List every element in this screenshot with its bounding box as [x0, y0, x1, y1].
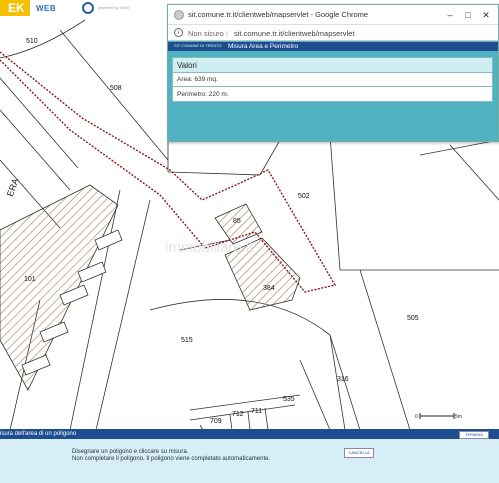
- parcel-label-535: 535: [283, 396, 295, 403]
- address-separator: |: [226, 29, 228, 38]
- close-window-button[interactable]: ✕: [478, 8, 494, 22]
- parcel-label-505: 505: [407, 315, 419, 322]
- parcel-label-515: 515: [181, 337, 193, 344]
- area-value: Area: 639 mq.: [173, 73, 492, 87]
- parcel-label-709: 709: [210, 418, 222, 425]
- parcel-label-711: 711: [251, 408, 262, 415]
- scale-bar: 0 5m: [415, 413, 462, 420]
- popup-titlebar[interactable]: sit.comune.tr.it/clientweb/mapservlet - …: [168, 5, 498, 25]
- parcel-label-510: 510: [26, 38, 38, 45]
- instruction-title-bar: isura dell'area di un poligono TERMINA: [0, 429, 499, 439]
- instruction-title: isura dell'area di un poligono: [0, 431, 77, 437]
- address-bar[interactable]: i Non sicuro | sit.comune.tr.it/clientwe…: [168, 25, 498, 41]
- scale-unit: 5m: [455, 414, 462, 420]
- popup-toolbar-title: Misura Area e Perimetro: [228, 43, 299, 50]
- measure-popup-window: sit.comune.tr.it/clientweb/mapservlet - …: [167, 4, 499, 142]
- instruction-line-2: Non completare il poligono. Il poligono …: [72, 456, 271, 462]
- cancella-button[interactable]: CANCELLA: [344, 448, 374, 458]
- instruction-line-1: Disegnare un poligono e cliccare su misu…: [72, 449, 189, 455]
- map-watermark: immobiliare.it: [165, 239, 254, 256]
- info-icon[interactable]: i: [174, 28, 183, 37]
- street-label: ERA: [5, 177, 21, 198]
- partner-logo-icon: [82, 2, 94, 14]
- parcel-label-502: 502: [298, 193, 310, 200]
- parcel-label-712: 712: [232, 411, 244, 418]
- url-text[interactable]: sit.comune.tr.it/clientweb/mapservlet: [234, 29, 354, 38]
- app-logo: EK: [0, 0, 30, 16]
- favicon-icon: [174, 10, 184, 20]
- app-header: EK WEB powered by GSM: [0, 0, 170, 18]
- parcel-label-384: 384: [263, 285, 275, 292]
- popup-window-title: sit.comune.tr.it/clientweb/mapservlet - …: [188, 10, 369, 19]
- parcel-label-101: 101: [24, 276, 36, 283]
- minimize-button[interactable]: –: [442, 8, 458, 22]
- app-logo-suffix: WEB: [36, 4, 57, 13]
- perimeter-value: Perimetro: 220 m.: [177, 91, 229, 98]
- powered-by-text: powered by GSM: [98, 5, 129, 10]
- popup-toolbar-brand: SIT COMUNE DI TRENTO: [174, 43, 222, 48]
- security-label[interactable]: Non sicuro: [188, 29, 224, 38]
- scale-zero: 0: [415, 414, 418, 420]
- values-panel-header: Valori: [173, 58, 492, 73]
- instruction-bar: isura dell'area di un poligono TERMINA D…: [0, 429, 499, 483]
- building-101: [0, 184, 119, 391]
- values-panel: Valori Area: 639 mq. Perimetro: 220 m.: [172, 57, 493, 102]
- screen: immobiliare.it ERA 510 508 502 85 384 10…: [0, 0, 499, 483]
- parcel-label-316: 316: [337, 376, 349, 383]
- parcel-label-85: 85: [233, 218, 241, 225]
- maximize-button[interactable]: □: [460, 8, 476, 22]
- termina-button[interactable]: TERMINA: [459, 431, 489, 439]
- parcel-label-508: 508: [110, 85, 122, 92]
- popup-toolbar: SIT COMUNE DI TRENTO Misura Area e Perim…: [168, 42, 498, 51]
